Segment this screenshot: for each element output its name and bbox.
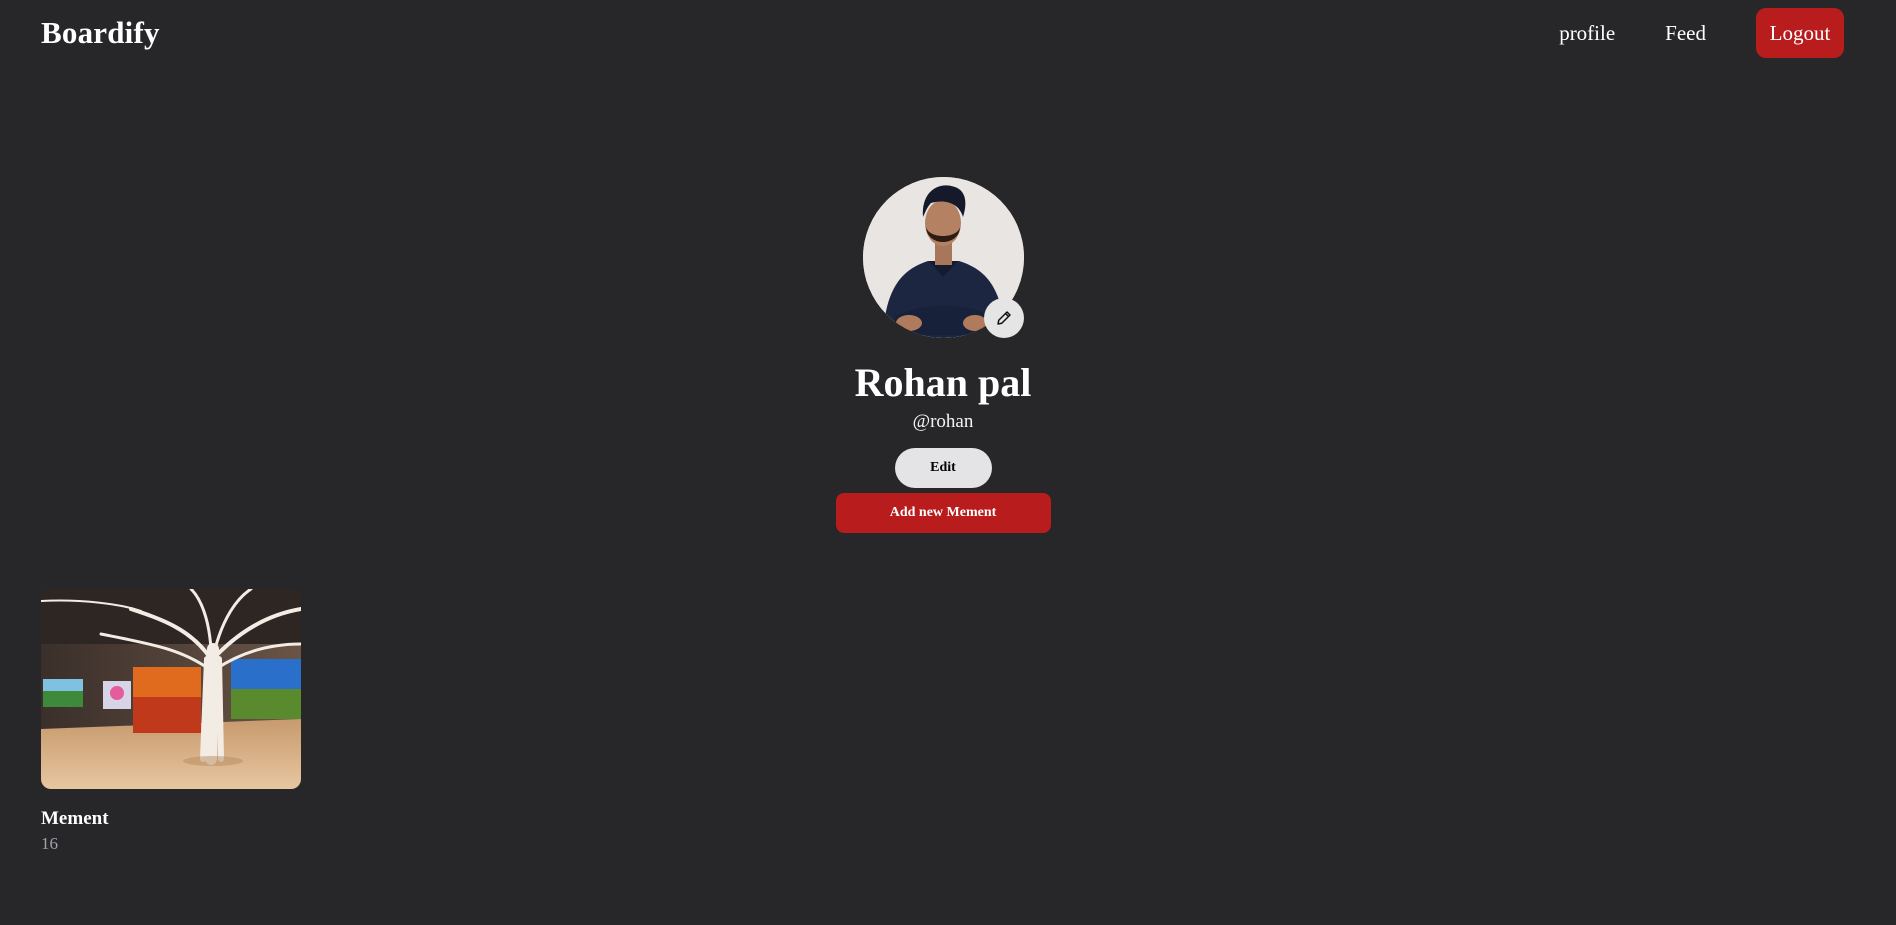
brand-logo[interactable]: Boardify [41, 13, 160, 53]
nav-link-feed[interactable]: Feed [1665, 8, 1706, 58]
board-card[interactable]: Mement 16 [41, 589, 301, 854]
profile-handle: @rohan [912, 411, 974, 432]
logout-button[interactable]: Logout [1756, 8, 1844, 58]
profile-section: Rohan pal @rohan Edit Add new Mement [0, 177, 1886, 533]
nav-links: profile Feed Logout [1559, 8, 1844, 58]
avatar-wrapper [862, 177, 1024, 338]
add-mement-button[interactable]: Add new Mement [835, 493, 1051, 533]
profile-name: Rohan pal [854, 360, 1032, 405]
board-title: Mement [41, 808, 109, 829]
board-pin-count: 16 [41, 834, 58, 853]
gallery-image [41, 589, 301, 789]
pencil-icon [996, 311, 1011, 325]
edit-avatar-button[interactable] [983, 298, 1024, 338]
board-cover-image[interactable] [41, 589, 301, 789]
top-nav: Boardify profile Feed Logout [0, 0, 1896, 66]
edit-profile-button[interactable]: Edit [894, 448, 992, 488]
nav-link-profile[interactable]: profile [1559, 8, 1615, 58]
